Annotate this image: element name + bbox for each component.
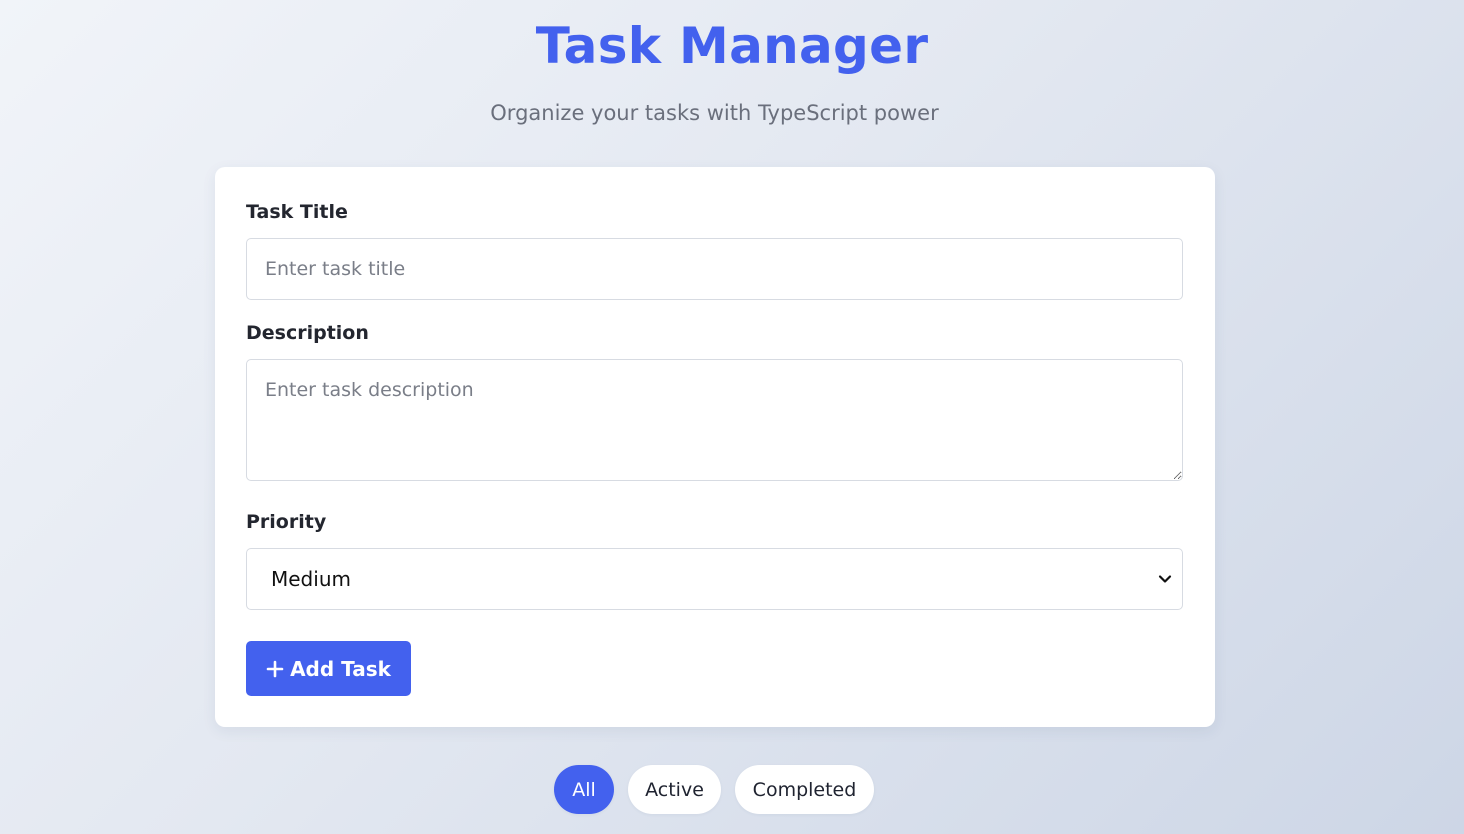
add-task-button-label: Add Task (290, 656, 391, 681)
priority-selected-value: Medium (271, 567, 351, 591)
description-label: Description (246, 322, 369, 344)
task-title-input[interactable] (246, 238, 1183, 300)
filter-bar: All Active Completed (0, 765, 1464, 814)
priority-label: Priority (246, 511, 327, 533)
filter-all-label: All (572, 778, 596, 801)
add-task-button[interactable]: Add Task (246, 641, 411, 696)
task-title-label: Task Title (246, 201, 348, 223)
plus-icon (266, 660, 284, 678)
description-textarea[interactable] (246, 359, 1183, 481)
filter-completed-label: Completed (752, 778, 857, 801)
task-form-card: Task Title Description Priority Medium A… (215, 167, 1215, 727)
priority-select[interactable]: Medium (246, 548, 1183, 610)
filter-active-label: Active (645, 778, 704, 801)
filter-active-button[interactable]: Active (628, 765, 721, 814)
filter-all-button[interactable]: All (554, 765, 614, 814)
page-title: Task Manager (535, 17, 929, 75)
chevron-down-icon (1158, 572, 1172, 586)
page-subtitle: Organize your tasks with TypeScript powe… (490, 101, 939, 125)
filter-completed-button[interactable]: Completed (735, 765, 874, 814)
